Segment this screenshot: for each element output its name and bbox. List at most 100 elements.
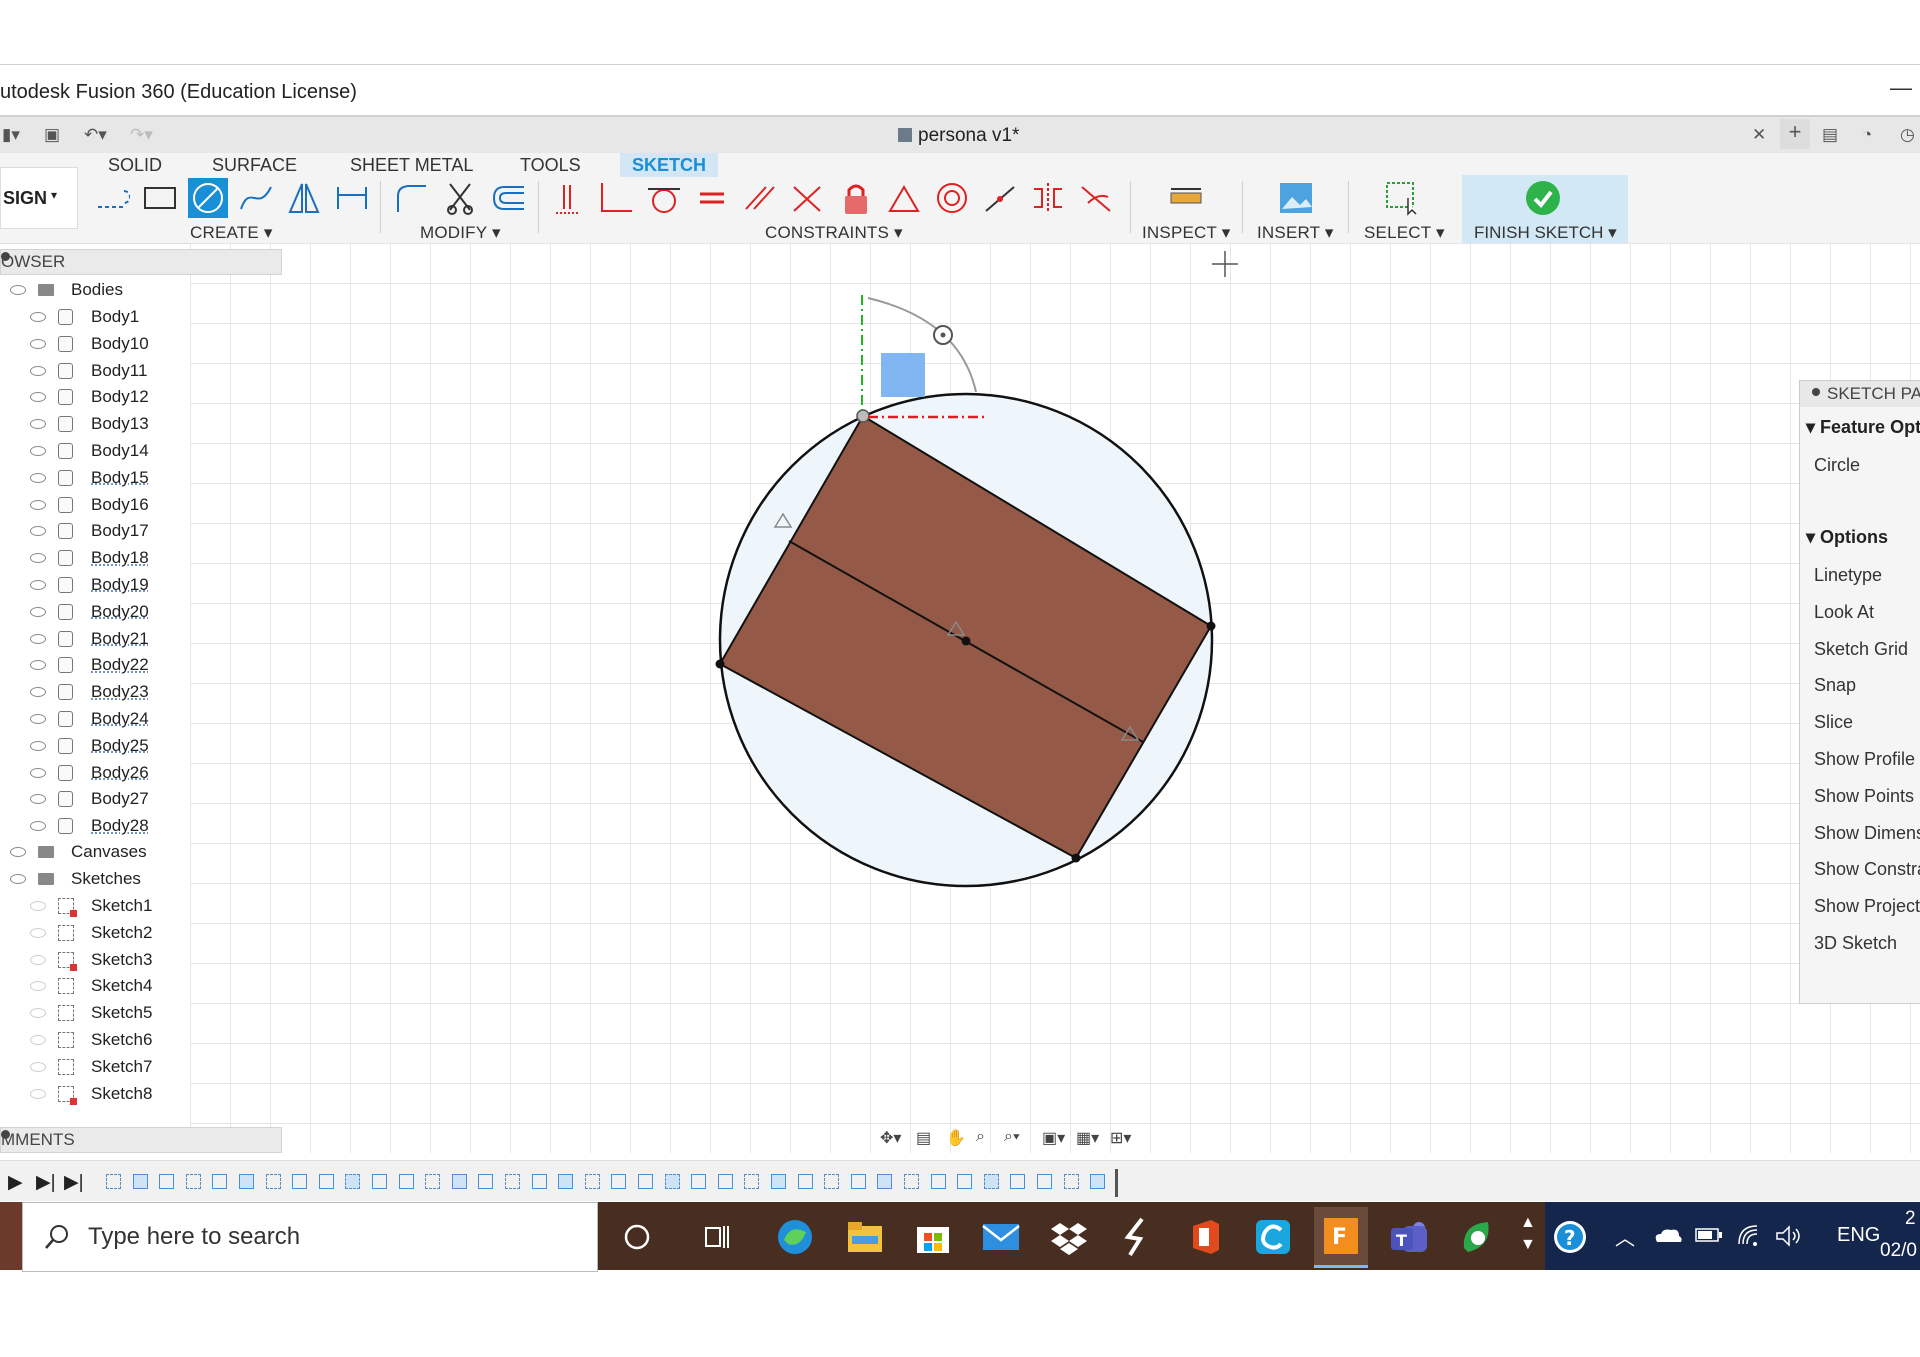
timeline-feature-icon[interactable] [1010, 1174, 1025, 1189]
browser-body-item[interactable]: Body27 [0, 786, 200, 812]
browser-body-item[interactable]: Body16 [0, 492, 200, 518]
timeline-feature-icon[interactable] [505, 1174, 520, 1189]
eye-icon[interactable] [30, 955, 46, 965]
timeline-feature-icon[interactable] [266, 1174, 281, 1189]
eye-icon[interactable] [30, 768, 46, 778]
browser-body-item[interactable]: Body18 [0, 545, 200, 571]
eye-icon[interactable] [30, 607, 46, 617]
cortana-icon[interactable] [616, 1216, 658, 1258]
timeline-feature-icon[interactable] [292, 1174, 307, 1189]
clock-time[interactable]: 2 [1905, 1208, 1916, 1230]
palette-option[interactable]: Look At [1814, 602, 1874, 623]
step-forward-icon[interactable]: ▶| [36, 1171, 56, 1194]
timeline-feature-icon[interactable] [1037, 1174, 1052, 1189]
eye-icon[interactable] [30, 901, 46, 911]
help-icon[interactable]: ? [1549, 1216, 1591, 1258]
browser-sketch-item[interactable]: Sketch1 [0, 893, 200, 919]
timeline-feature-icon[interactable] [1064, 1174, 1079, 1189]
browser-sketch-item[interactable]: Sketch5 [0, 1000, 200, 1026]
browser-body-item[interactable]: Body19 [0, 572, 200, 598]
language-indicator[interactable]: ENG [1837, 1224, 1880, 1247]
browser-body-item[interactable]: Body22 [0, 652, 200, 678]
timeline-feature-icon[interactable] [851, 1174, 866, 1189]
office-icon[interactable] [1184, 1216, 1226, 1258]
browser-folder-canvases[interactable]: Canvases [0, 839, 240, 865]
palette-option[interactable]: Show Dimens [1814, 823, 1920, 844]
eye-icon[interactable] [30, 794, 46, 804]
timeline-feature-icon[interactable] [425, 1174, 440, 1189]
browser-body-item[interactable]: Body25 [0, 733, 200, 759]
timeline-feature-icon[interactable] [186, 1174, 201, 1189]
browser-sketch-item[interactable]: Sketch6 [0, 1027, 200, 1053]
taskbar-search[interactable]: Type here to search [22, 1202, 598, 1272]
browser-body-item[interactable]: Body24 [0, 706, 200, 732]
feature-option-circle[interactable]: Circle [1814, 455, 1860, 476]
eye-icon[interactable] [30, 526, 46, 536]
timeline-feature-icon[interactable] [452, 1174, 467, 1189]
timeline-feature-icon[interactable] [824, 1174, 839, 1189]
options-section[interactable]: ▾ Options [1806, 527, 1888, 548]
timeline-feature-icon[interactable] [239, 1174, 254, 1189]
eye-icon[interactable] [30, 580, 46, 590]
browser-body-item[interactable]: Body23 [0, 679, 200, 705]
microsoft-store-icon[interactable] [912, 1216, 954, 1258]
teams-icon[interactable]: T [1388, 1216, 1430, 1258]
browser-sketch-item[interactable]: Sketch3 [0, 947, 200, 973]
browser-body-item[interactable]: Body13 [0, 411, 200, 437]
browser-header[interactable]: OWSER [0, 249, 282, 275]
eye-icon[interactable] [30, 1089, 46, 1099]
eye-icon[interactable] [30, 473, 46, 483]
eye-icon[interactable] [30, 553, 46, 563]
browser-body-item[interactable]: Body17 [0, 518, 200, 544]
eye-icon[interactable] [30, 821, 46, 831]
browser-sketch-item[interactable]: Sketch2 [0, 920, 200, 946]
palette-option[interactable]: 3D Sketch [1814, 933, 1897, 954]
eye-icon[interactable] [30, 1008, 46, 1018]
browser-body-item[interactable]: Body12 [0, 384, 200, 410]
timeline-feature-icon[interactable] [133, 1174, 148, 1189]
pin-icon[interactable] [1, 252, 10, 261]
browser-body-item[interactable]: Body11 [0, 358, 200, 384]
eye-icon[interactable] [30, 741, 46, 751]
browser-sketch-item[interactable]: Sketch7 [0, 1054, 200, 1080]
palette-option[interactable]: Snap [1814, 675, 1856, 696]
browser-sketch-item[interactable]: Sketch4 [0, 973, 200, 999]
eye-icon[interactable] [30, 339, 46, 349]
timeline-feature-icon[interactable] [106, 1174, 121, 1189]
eye-icon[interactable] [30, 981, 46, 991]
orbit-icon[interactable]: ✥▾ [880, 1128, 901, 1148]
grid-settings-icon[interactable]: ▦▾ [1076, 1128, 1099, 1148]
timeline-feature-icon[interactable] [399, 1174, 414, 1189]
eye-icon[interactable] [30, 392, 46, 402]
volume-icon[interactable] [1775, 1224, 1803, 1248]
play-icon[interactable]: ▶ [8, 1171, 23, 1194]
palette-header[interactable]: SKETCH PA [1800, 381, 1920, 407]
app-c-icon[interactable] [1252, 1216, 1294, 1258]
task-view-icon[interactable] [696, 1216, 738, 1258]
timeline-feature-icon[interactable] [532, 1174, 547, 1189]
timeline-feature-icon[interactable] [345, 1174, 360, 1189]
eye-icon[interactable] [30, 1062, 46, 1072]
eye-icon[interactable] [10, 285, 26, 295]
eye-icon[interactable] [30, 714, 46, 724]
app-s-icon[interactable] [1116, 1216, 1158, 1258]
timeline-marker[interactable] [1115, 1169, 1118, 1197]
eye-icon[interactable] [30, 634, 46, 644]
palette-option[interactable]: Show Projecte [1814, 896, 1920, 917]
palette-option[interactable]: Slice [1814, 712, 1853, 733]
browser-body-item[interactable]: Body21 [0, 626, 200, 652]
eye-icon[interactable] [30, 312, 46, 322]
browser-body-item[interactable]: Body1 [0, 304, 200, 330]
look-at-icon[interactable]: ▤ [916, 1128, 931, 1148]
timeline-feature-icon[interactable] [798, 1174, 813, 1189]
timeline-feature-icon[interactable] [319, 1174, 334, 1189]
browser-body-item[interactable]: Body20 [0, 599, 200, 625]
timeline-feature-icon[interactable] [691, 1174, 706, 1189]
timeline-feature-icon[interactable] [904, 1174, 919, 1189]
go-to-end-icon[interactable]: ▶| [64, 1171, 84, 1194]
fusion-360-icon[interactable]: F [1314, 1207, 1368, 1268]
timeline-feature-icon[interactable] [638, 1174, 653, 1189]
zoom-window-icon[interactable]: ⌕ [976, 1128, 985, 1146]
eye-icon[interactable] [30, 928, 46, 938]
file-explorer-icon[interactable] [844, 1216, 886, 1258]
